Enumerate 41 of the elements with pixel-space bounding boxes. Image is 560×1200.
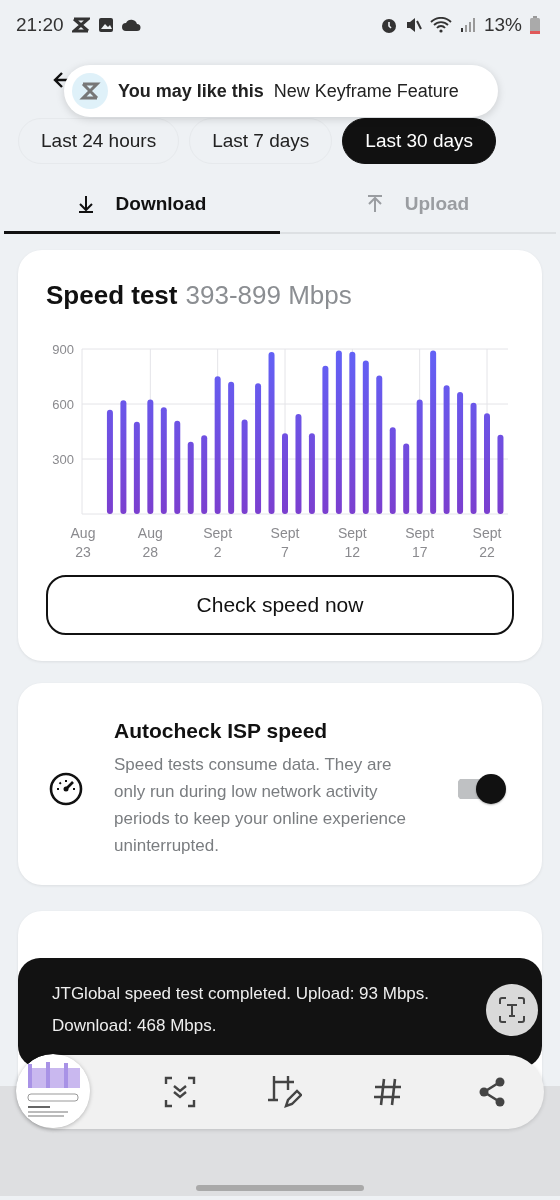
notification-banner[interactable]: You may like this New Keyframe Feature [64,65,498,117]
axis-label: 300 [52,452,74,467]
mute-icon [405,17,422,33]
notification-text: New Keyframe Feature [273,80,459,102]
axis-label: 900 [52,342,74,357]
clock: 21:20 [16,14,64,36]
period-chip[interactable]: Last 24 hours [18,118,180,164]
download-icon [77,194,94,213]
axis-label: Aug 23 [70,525,96,560]
app-logo-icon [71,17,90,33]
alarm-icon [379,16,398,34]
axis-label: Aug 28 [137,525,163,560]
autocheck-title: Autocheck ISP speed [114,719,329,743]
toast-message: JTGlobal speed test completed. Upload: 93 Mbps. Download: 468 Mbps. [52,984,430,1035]
autocheck-toggle[interactable] [456,774,506,804]
text-scan-icon [498,996,526,1024]
period-chip[interactable]: Last 30 days [342,118,497,164]
check-speed-button[interactable]: Check speed now [46,575,514,635]
axis-label: Sept 17 [405,525,435,560]
app-logo-icon [72,73,108,109]
upload-icon [366,194,383,213]
battery-icon [530,16,540,34]
speedometer-icon [48,771,84,807]
autocheck-description: Speed tests consume data. They are only run during low network activity periods to keep your online experience uninterrupted. [114,754,408,857]
tab[interactable]: Download [4,180,280,234]
image-icon [97,17,114,33]
cloud-icon [121,19,142,31]
card-title: Speed test [46,280,178,311]
axis-label: Sept 2 [203,525,233,560]
signal-icon [459,17,476,33]
wifi-icon [429,17,452,33]
axis-label: Sept 22 [472,525,502,560]
axis-label: 600 [52,397,74,412]
text-scan-button[interactable] [486,984,538,1036]
speed-range: 393-899 Mbps [185,280,352,311]
bar [403,443,410,514]
period-chip[interactable]: Last 7 days [189,118,333,164]
axis-label: Sept 12 [337,525,367,560]
notification-title: You may like this [118,80,264,102]
battery-level: 13% [483,14,522,36]
axis-label: Sept 7 [270,525,300,560]
